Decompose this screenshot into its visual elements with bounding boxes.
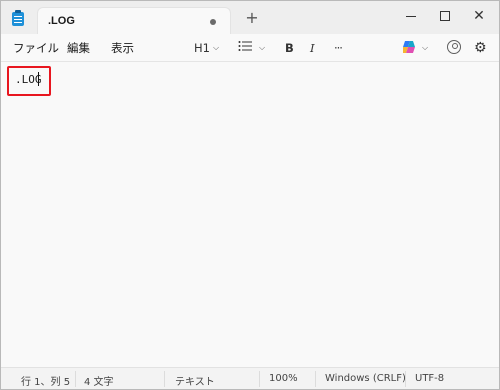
file-type: テキスト [175, 377, 215, 388]
menu-view[interactable]: 表示 [111, 40, 134, 56]
tab-title: .LOG [48, 15, 75, 27]
more-button[interactable]: ··· [334, 39, 343, 57]
tab-log[interactable]: .LOG [37, 7, 231, 35]
maximize-button[interactable] [427, 3, 463, 29]
menu-file[interactable]: ファイル [13, 40, 59, 56]
heading-button[interactable]: H1 [194, 39, 210, 57]
notepad-window: .LOG + ✕ ファイル 編集 表示 H1 ⌵ ⌵ B I ··· ⌵ ⚙ .… [0, 0, 500, 390]
menu-edit[interactable]: 編集 [67, 40, 90, 56]
chevron-down-icon[interactable]: ⌵ [259, 39, 265, 57]
divider [75, 371, 76, 387]
gear-icon[interactable]: ⚙ [474, 39, 487, 57]
cursor-position: 行 1、列 5 [21, 377, 71, 388]
chevron-down-icon[interactable]: ⌵ [213, 39, 219, 57]
divider [315, 371, 316, 387]
zoom-level[interactable]: 100% [269, 373, 298, 384]
new-tab-button[interactable]: + [243, 9, 261, 27]
menu-bar: ファイル 編集 表示 H1 ⌵ ⌵ B I ··· ⌵ ⚙ [1, 34, 499, 62]
text-caret [38, 72, 39, 86]
line-ending[interactable]: Windows (CRLF) [325, 373, 406, 384]
encoding[interactable]: UTF-8 [415, 373, 444, 384]
status-bar: 行 1、列 5 4 文字 テキスト 100% Windows (CRLF) UT… [1, 367, 499, 389]
account-icon[interactable] [447, 40, 461, 54]
list-icon[interactable] [238, 39, 252, 57]
divider [164, 371, 165, 387]
close-button[interactable]: ✕ [461, 3, 497, 29]
editor-area[interactable] [1, 62, 499, 367]
copilot-icon[interactable] [402, 40, 416, 54]
divider [405, 371, 406, 387]
minimize-button[interactable] [393, 3, 429, 29]
title-bar: .LOG + ✕ [1, 1, 499, 35]
divider [259, 371, 260, 387]
maximize-icon [440, 11, 450, 21]
italic-button[interactable]: I [310, 39, 315, 57]
list-icon-svg [238, 41, 252, 51]
minimize-icon [406, 16, 416, 17]
chevron-down-icon[interactable]: ⌵ [422, 39, 428, 57]
char-count: 4 文字 [84, 377, 114, 388]
notepad-app-icon [12, 10, 24, 26]
bold-button[interactable]: B [285, 39, 294, 57]
unsaved-dot-icon[interactable] [210, 19, 216, 25]
copilot-icon-svg [403, 41, 415, 53]
